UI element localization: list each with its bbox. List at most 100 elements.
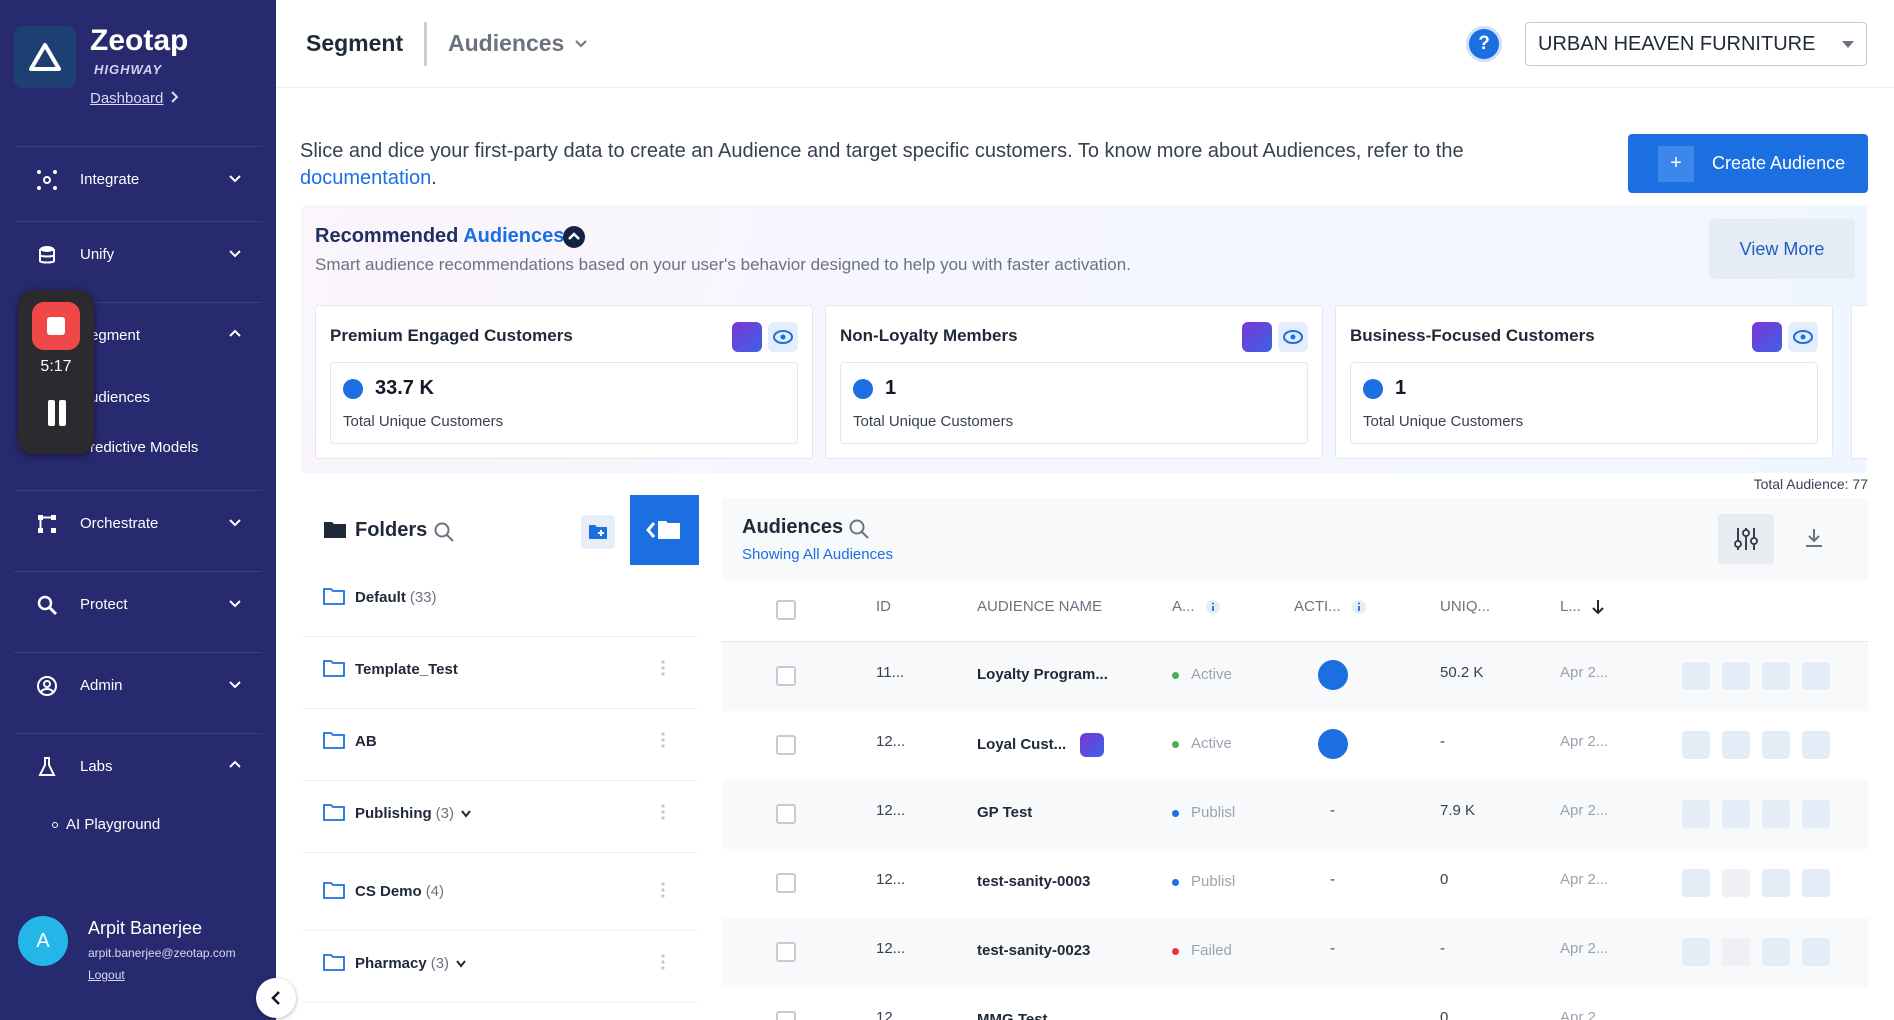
table-row[interactable]: 12... test-sanity-0023 Failed - - Apr 2.… [722, 918, 1868, 987]
preview-eye-icon[interactable] [1788, 322, 1818, 352]
recommended-card[interactable]: Non-Loyalty Members 1 Total Unique Custo… [825, 305, 1323, 459]
column-header-unique[interactable]: UNIQ... [1440, 598, 1490, 615]
folder-item-ab[interactable]: AB [301, 709, 699, 781]
kebab-menu-icon[interactable] [661, 953, 665, 971]
preview-eye-icon[interactable] [768, 322, 798, 352]
refresh-icon[interactable] [1682, 800, 1710, 828]
flask-icon [38, 757, 56, 776]
column-header-audience-name[interactable]: AUDIENCE NAME [977, 598, 1102, 615]
cell-audience-name[interactable]: test-sanity-0003 [977, 873, 1090, 890]
chevron-down-icon[interactable] [574, 38, 588, 50]
cell-audience-name[interactable]: Loyal Cust... [977, 733, 1105, 757]
integrate-icon[interactable] [1762, 662, 1790, 690]
row-checkbox[interactable] [776, 942, 796, 962]
table-row[interactable]: 12... Loyal Cust... Active - Apr 2... [722, 711, 1868, 780]
kebab-menu-icon[interactable] [661, 659, 665, 677]
integrate-icon[interactable] [1762, 800, 1790, 828]
more-options-icon[interactable] [1802, 869, 1830, 897]
refresh-icon[interactable] [1682, 938, 1710, 966]
refresh-icon[interactable] [1682, 869, 1710, 897]
more-options-icon[interactable] [1802, 662, 1830, 690]
row-checkbox[interactable] [776, 873, 796, 893]
column-settings-button[interactable] [1718, 514, 1774, 564]
nav-unify[interactable]: Unify [14, 221, 262, 289]
dashboard-link-label: Dashboard [90, 90, 164, 107]
insights-chart-icon[interactable] [1722, 800, 1750, 828]
collapse-recommended-icon[interactable] [563, 226, 585, 248]
column-header-activation[interactable]: ACTI... [1294, 598, 1367, 615]
cell-audience-name[interactable]: test-sanity-0023 [977, 942, 1090, 959]
integrate-icon[interactable] [1762, 938, 1790, 966]
folder-item-pharmacy[interactable]: Pharmacy (3) [301, 931, 699, 1003]
more-options-icon[interactable] [1802, 800, 1830, 828]
sidebar-item-ai-playground[interactable]: AI Playground [52, 816, 160, 833]
documentation-link[interactable]: documentation [300, 167, 431, 189]
recommended-card[interactable]: Premium Engaged Customers 33.7 K Total U… [315, 305, 813, 459]
pause-recording-button[interactable] [46, 400, 68, 426]
sidebar-item-predictive-models[interactable]: Predictive Models [80, 439, 198, 456]
select-all-checkbox[interactable] [776, 600, 796, 620]
add-folder-button[interactable] [581, 515, 615, 549]
activation-badge-icon[interactable] [1318, 660, 1348, 690]
avatar[interactable]: A [18, 916, 68, 966]
nav-labs[interactable]: Labs [14, 733, 262, 801]
page-subtitle-dropdown[interactable]: Audiences [448, 30, 564, 57]
folder-item-template-test[interactable]: Template_Test [301, 637, 699, 709]
table-row[interactable]: 12... test-sanity-0003 Publisl - 0 Apr 2… [722, 849, 1868, 918]
kebab-menu-icon[interactable] [661, 881, 665, 899]
cell-audience-name[interactable]: MMG Test [977, 1011, 1048, 1020]
activation-badge-icon[interactable] [1318, 729, 1348, 759]
row-checkbox[interactable] [776, 1011, 796, 1020]
nav-integrate[interactable]: Integrate [14, 146, 262, 214]
column-header-id[interactable]: ID [876, 598, 891, 615]
nav-admin[interactable]: Admin [14, 652, 262, 720]
nav-protect[interactable]: Protect [14, 571, 262, 639]
row-checkbox[interactable] [776, 804, 796, 824]
collapse-folders-button[interactable] [630, 495, 699, 565]
folder-item-publishing[interactable]: Publishing (3) [301, 781, 699, 853]
refresh-icon[interactable] [1682, 662, 1710, 690]
column-header-last-updated[interactable]: L... [1560, 598, 1605, 615]
dashboard-link[interactable]: Dashboard [90, 90, 179, 107]
row-checkbox[interactable] [776, 666, 796, 686]
view-more-button[interactable]: View More [1709, 219, 1855, 279]
table-row[interactable]: 11... Loyalty Program... Active 50.2 K A… [722, 642, 1868, 711]
folder-name: Pharmacy (3) [355, 955, 467, 972]
search-icon[interactable] [848, 518, 870, 540]
table-row[interactable]: 12... GP Test Publisl - 7.9 K Apr 2... [722, 780, 1868, 849]
row-checkbox[interactable] [776, 735, 796, 755]
table-row[interactable]: 12... MMG Test 0 Apr 2... [722, 987, 1868, 1020]
nav-orchestrate[interactable]: Orchestrate [14, 490, 262, 558]
chevron-down-icon[interactable] [460, 809, 472, 819]
zeotap-logo-icon[interactable] [14, 26, 76, 88]
insights-chart-icon[interactable] [1722, 662, 1750, 690]
integrate-icon[interactable] [1762, 731, 1790, 759]
kebab-menu-icon[interactable] [661, 803, 665, 821]
insights-chart-icon[interactable] [1722, 731, 1750, 759]
more-options-icon[interactable] [1802, 938, 1830, 966]
search-icon[interactable] [433, 521, 455, 543]
chevron-down-icon[interactable] [455, 959, 467, 969]
organization-select[interactable]: URBAN HEAVEN FURNITURE [1525, 22, 1867, 66]
info-icon[interactable] [1205, 599, 1221, 615]
logout-link[interactable]: Logout [88, 968, 125, 982]
arrow-down-icon [1592, 600, 1604, 615]
preview-eye-icon[interactable] [1278, 322, 1308, 352]
collapse-sidebar-button[interactable] [256, 978, 296, 1018]
cell-audience-name[interactable]: GP Test [977, 804, 1032, 821]
folder-item-default[interactable]: Default (33) [301, 565, 699, 637]
recommended-card[interactable]: Business-Focused Customers 1 Total Uniqu… [1335, 305, 1833, 459]
chevron-down-icon [229, 519, 241, 527]
column-header-status[interactable]: A... [1172, 598, 1221, 615]
stop-recording-button[interactable] [32, 302, 80, 350]
more-options-icon[interactable] [1802, 731, 1830, 759]
info-icon[interactable] [1351, 599, 1367, 615]
folder-item-cs-demo[interactable]: CS Demo (4) [301, 859, 699, 931]
download-icon[interactable] [1802, 526, 1826, 550]
create-audience-button[interactable]: + Create Audience [1628, 134, 1868, 193]
cell-audience-name[interactable]: Loyalty Program... [977, 666, 1108, 683]
kebab-menu-icon[interactable] [661, 731, 665, 749]
help-button[interactable]: ? [1466, 26, 1502, 62]
refresh-icon[interactable] [1682, 731, 1710, 759]
integrate-icon[interactable] [1762, 869, 1790, 897]
